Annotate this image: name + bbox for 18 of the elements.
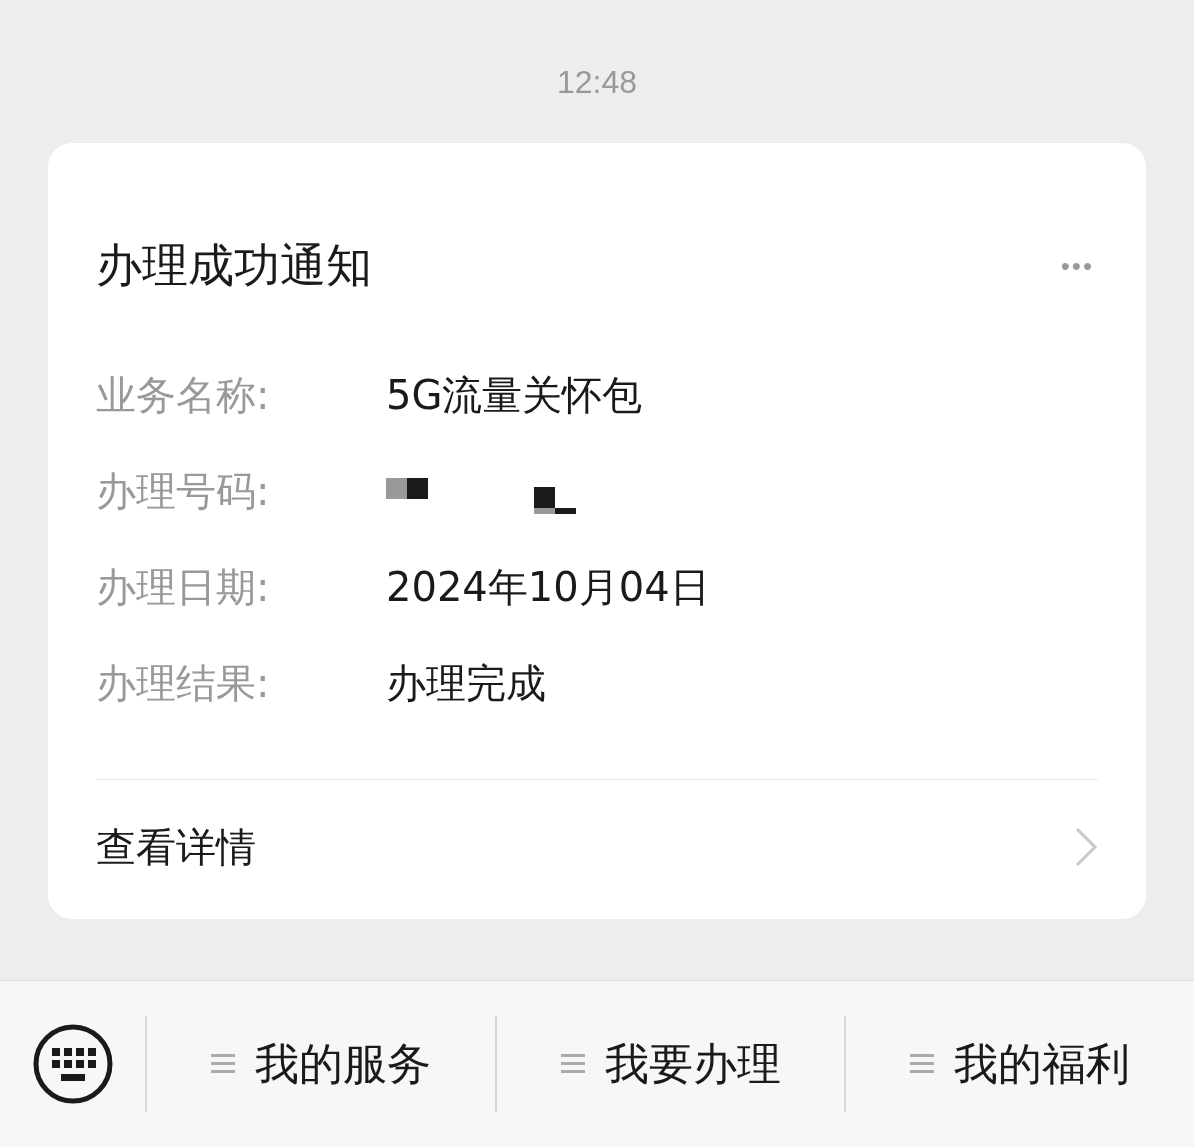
field-label: 业务名称: (96, 370, 271, 420)
message-time: 12:48 (556, 64, 638, 101)
menu-icon (560, 1053, 585, 1075)
field-label: 办理结果: (96, 658, 271, 708)
menu-tab[interactable]: 我要办理 (496, 981, 845, 1147)
field-value: 2024年10月04日 (386, 562, 710, 612)
keyboard-icon (32, 1024, 113, 1104)
menu-tab[interactable]: 我的福利 (846, 981, 1194, 1147)
menu-icon (210, 1053, 235, 1075)
field-label: 办理日期: (96, 562, 271, 612)
view-details-link[interactable]: 查看详情 (96, 780, 1098, 914)
field-label: 办理号码: (96, 466, 271, 516)
field-value: 办理完成 (386, 658, 546, 708)
chevron-right-icon (1074, 826, 1098, 868)
card-title: 办理成功通知 (96, 237, 372, 294)
field-value: 5G流量关怀包 (386, 370, 643, 420)
menu-tab[interactable]: 我的服务 (147, 981, 495, 1147)
menu-icon (910, 1053, 935, 1075)
